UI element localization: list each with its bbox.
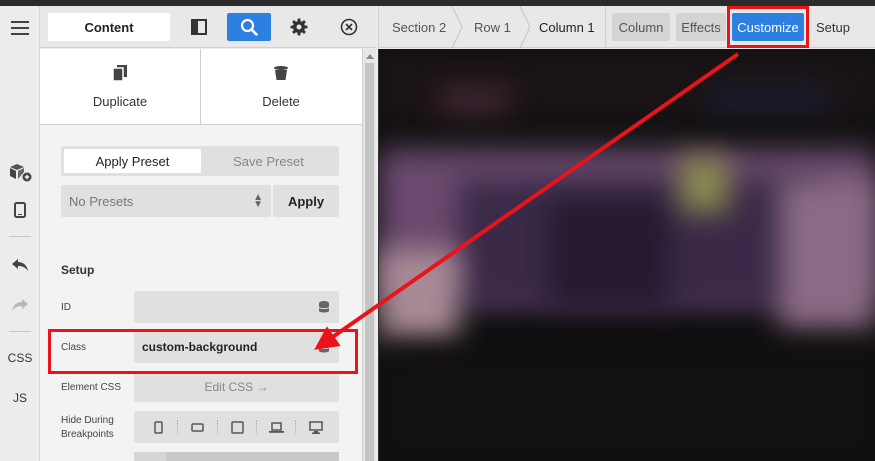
annotation-arrow — [314, 52, 740, 350]
